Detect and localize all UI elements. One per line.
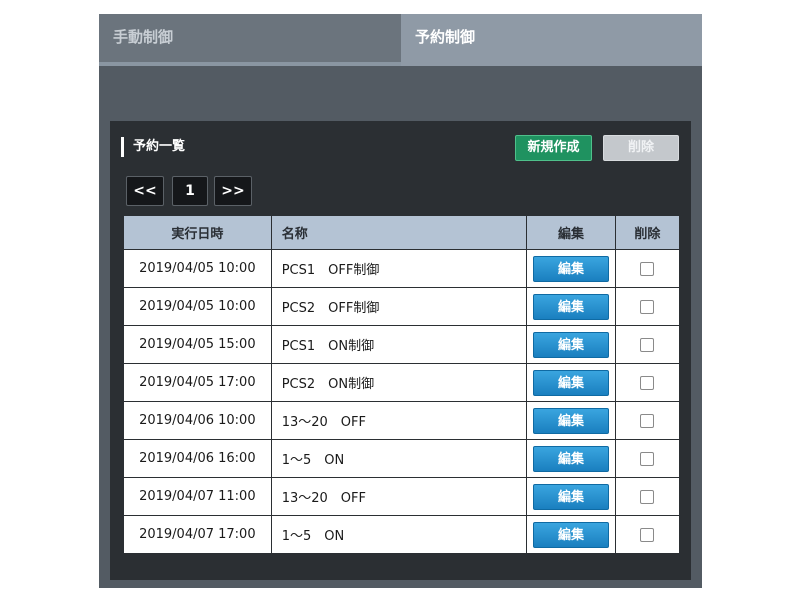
delete-checkbox[interactable] — [640, 299, 655, 314]
app-frame: 手動制御 予約制御 予約一覧 新規作成 削除 << 1 >> 実行日時 名称 編… — [99, 14, 702, 588]
cell-edit: 編集 — [526, 401, 616, 440]
panel-title: 予約一覧 — [121, 137, 185, 157]
table-row: 2019/04/05 10:00 PCS1 OFF制御 編集 — [123, 249, 681, 288]
pager-next-button[interactable]: >> — [214, 176, 252, 206]
schedule-panel: 予約一覧 新規作成 削除 << 1 >> 実行日時 名称 編集 削除 2019/… — [110, 121, 691, 580]
table-row: 2019/04/07 11:00 13〜20 OFF 編集 — [123, 477, 681, 516]
cell-name: 13〜20 OFF — [270, 477, 528, 516]
tab-scheduled-control[interactable]: 予約制御 — [401, 14, 702, 66]
cell-delete — [614, 249, 681, 288]
cell-name: PCS1 ON制御 — [270, 325, 528, 364]
delete-checkbox[interactable] — [640, 413, 655, 428]
cell-edit: 編集 — [526, 477, 616, 516]
delete-checkbox[interactable] — [640, 261, 655, 276]
column-header-delete: 削除 — [614, 215, 681, 250]
new-schedule-button[interactable]: 新規作成 — [515, 135, 592, 161]
cell-delete — [614, 325, 681, 364]
schedule-table: 実行日時 名称 編集 削除 2019/04/05 10:00 PCS1 OFF制御… — [123, 215, 681, 554]
edit-button[interactable]: 編集 — [532, 369, 609, 396]
cell-datetime: 2019/04/05 10:00 — [123, 287, 272, 326]
cell-datetime: 2019/04/05 10:00 — [123, 249, 272, 288]
cell-datetime: 2019/04/06 16:00 — [123, 439, 272, 478]
cell-name: PCS2 ON制御 — [270, 363, 528, 402]
pager-page-1-button[interactable]: 1 — [172, 176, 208, 206]
cell-delete — [614, 477, 681, 516]
edit-button[interactable]: 編集 — [532, 483, 609, 510]
cell-datetime: 2019/04/06 10:00 — [123, 401, 272, 440]
tab-manual-control[interactable]: 手動制御 — [99, 14, 401, 66]
cell-delete — [614, 363, 681, 402]
cell-name: 13〜20 OFF — [270, 401, 528, 440]
table-row: 2019/04/07 17:00 1〜5 ON 編集 — [123, 515, 681, 554]
table-body: 2019/04/05 10:00 PCS1 OFF制御 編集 2019/04/05 1… — [123, 249, 681, 554]
edit-button[interactable]: 編集 — [532, 445, 609, 472]
cell-delete — [614, 287, 681, 326]
delete-checkbox[interactable] — [640, 337, 655, 352]
cell-datetime: 2019/04/07 17:00 — [123, 515, 272, 554]
cell-name: PCS2 OFF制御 — [270, 287, 528, 326]
cell-datetime: 2019/04/05 17:00 — [123, 363, 272, 402]
cell-edit: 編集 — [526, 249, 616, 288]
cell-edit: 編集 — [526, 325, 616, 364]
cell-edit: 編集 — [526, 439, 616, 478]
table-row: 2019/04/06 10:00 13〜20 OFF 編集 — [123, 401, 681, 440]
delete-checkbox[interactable] — [640, 451, 655, 466]
cell-delete — [614, 401, 681, 440]
delete-checkbox[interactable] — [640, 489, 655, 504]
delete-checkbox[interactable] — [640, 527, 655, 542]
cell-datetime: 2019/04/05 15:00 — [123, 325, 272, 364]
edit-button[interactable]: 編集 — [532, 255, 609, 282]
cell-delete — [614, 439, 681, 478]
edit-button[interactable]: 編集 — [532, 293, 609, 320]
column-header-name: 名称 — [270, 215, 528, 250]
column-header-edit: 編集 — [526, 215, 616, 250]
pager-prev-button[interactable]: << — [126, 176, 164, 206]
cell-name: 1〜5 ON — [270, 515, 528, 554]
tab-bar: 手動制御 予約制御 — [99, 14, 702, 66]
table-row: 2019/04/05 15:00 PCS1 ON制御 編集 — [123, 325, 681, 364]
cell-edit: 編集 — [526, 515, 616, 554]
edit-button[interactable]: 編集 — [532, 521, 609, 548]
edit-button[interactable]: 編集 — [532, 407, 609, 434]
table-row: 2019/04/05 10:00 PCS2 OFF制御 編集 — [123, 287, 681, 326]
cell-datetime: 2019/04/07 11:00 — [123, 477, 272, 516]
edit-button[interactable]: 編集 — [532, 331, 609, 358]
cell-name: 1〜5 ON — [270, 439, 528, 478]
table-header-row: 実行日時 名称 編集 削除 — [123, 215, 681, 250]
table-row: 2019/04/06 16:00 1〜5 ON 編集 — [123, 439, 681, 478]
cell-delete — [614, 515, 681, 554]
delete-button[interactable]: 削除 — [603, 135, 679, 161]
table-row: 2019/04/05 17:00 PCS2 ON制御 編集 — [123, 363, 681, 402]
cell-edit: 編集 — [526, 287, 616, 326]
delete-checkbox[interactable] — [640, 375, 655, 390]
cell-edit: 編集 — [526, 363, 616, 402]
cell-name: PCS1 OFF制御 — [270, 249, 528, 288]
column-header-datetime: 実行日時 — [123, 215, 272, 250]
